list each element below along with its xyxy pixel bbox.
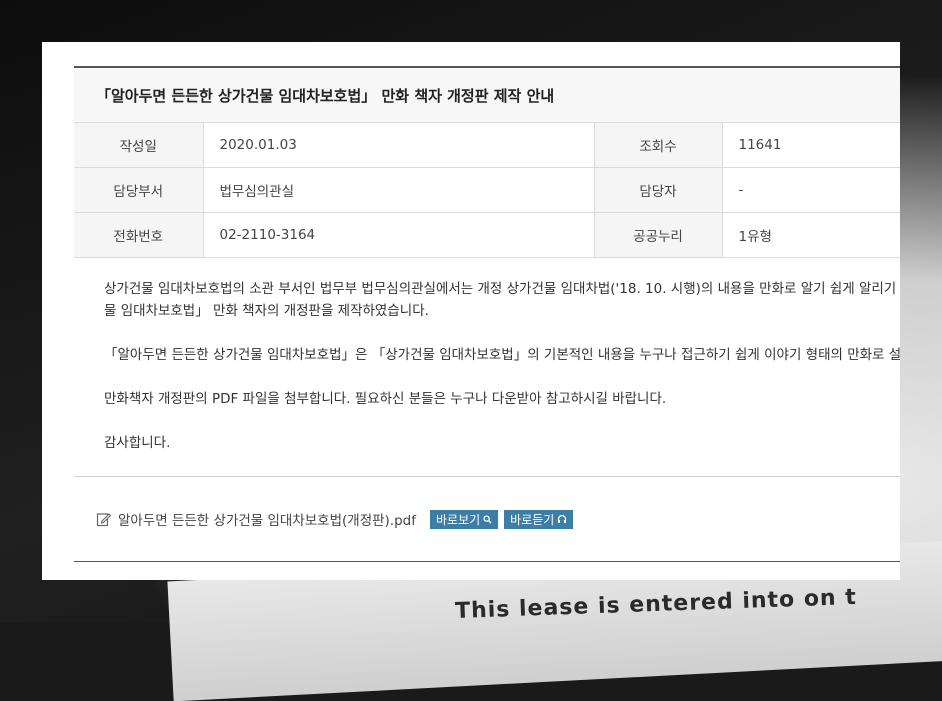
meta-label-department: 담당부서 xyxy=(74,167,203,213)
magnifier-icon xyxy=(483,514,492,524)
meta-label-views: 조회수 xyxy=(593,123,722,168)
meta-label-manager: 담당자 xyxy=(593,167,722,213)
attachment-edit-icon xyxy=(96,513,112,527)
bottom-border xyxy=(74,561,900,562)
post-meta-table: 작성일 2020.01.03 조회수 11641 담당부서 법무심의관실 담당자… xyxy=(74,123,900,258)
meta-label-date: 작성일 xyxy=(74,123,203,168)
meta-row-department: 담당부서 법무심의관실 담당자 - xyxy=(74,167,900,213)
attachment-row: 알아두면 든든한 상가건물 임대차보호법(개정판).pdf 바로보기 바로듣기 xyxy=(74,477,900,561)
meta-value-phone: 02-2110-3164 xyxy=(202,212,594,258)
body-paragraph-4: 감사합니다. xyxy=(104,435,171,451)
meta-row-date: 작성일 2020.01.03 조회수 11641 xyxy=(74,123,900,168)
post-title-bar: 「알아두면 든든한 상가건물 임대차보호법」 만화 책자 개정판 제작 안내 xyxy=(74,66,900,123)
post-body: 상가건물 임대차보호법의 소관 부서인 법무부 법무심의관실에서는 개정 상가건… xyxy=(74,258,900,454)
meta-label-license: 공공누리 xyxy=(593,212,722,258)
headphones-icon xyxy=(558,514,567,523)
notice-card: 「알아두면 든든한 상가건물 임대차보호법」 만화 책자 개정판 제작 안내 작… xyxy=(42,42,900,580)
meta-row-phone: 전화번호 02-2110-3164 공공누리 1유형 xyxy=(74,212,900,258)
meta-value-license: 1유형 xyxy=(721,212,900,258)
meta-value-date: 2020.01.03 xyxy=(202,123,594,168)
post-title: 「알아두면 든든한 상가건물 임대차보호법」 만화 책자 개정판 제작 안내 xyxy=(96,86,555,105)
view-button-label: 바로보기 xyxy=(436,512,481,527)
listen-button-label: 바로듣기 xyxy=(510,512,555,527)
view-button[interactable]: 바로보기 xyxy=(430,509,499,529)
meta-value-manager: - xyxy=(721,167,900,213)
meta-value-views: 11641 xyxy=(721,123,900,168)
notice-content: 「알아두면 든든한 상가건물 임대차보호법」 만화 책자 개정판 제작 안내 작… xyxy=(74,66,900,562)
body-p1-line2: 물 임대차보호법」 만화 책자의 개정판을 제작하였습니다. xyxy=(104,303,429,319)
attachment-filename[interactable]: 알아두면 든든한 상가건물 임대차보호법(개정판).pdf xyxy=(118,509,416,529)
listen-button[interactable]: 바로듣기 xyxy=(504,509,574,529)
body-paragraph-1: 상가건물 임대차보호법의 소관 부서인 법무부 법무심의관실에서는 개정 상가건… xyxy=(104,278,900,322)
meta-label-phone: 전화번호 xyxy=(74,212,203,258)
body-paragraph-3: 만화책자 개정판의 PDF 파일을 첨부합니다. 필요하신 분들은 누구나 다운… xyxy=(104,391,667,407)
body-p1-line1: 상가건물 임대차보호법의 소관 부서인 법무부 법무심의관실에서는 개정 상가건… xyxy=(104,281,897,297)
meta-value-department: 법무심의관실 xyxy=(202,167,594,213)
body-paragraph-2: 「알아두면 든든한 상가건물 임대차보호법」은 「상가건물 임대차보호법」의 기… xyxy=(104,347,900,363)
